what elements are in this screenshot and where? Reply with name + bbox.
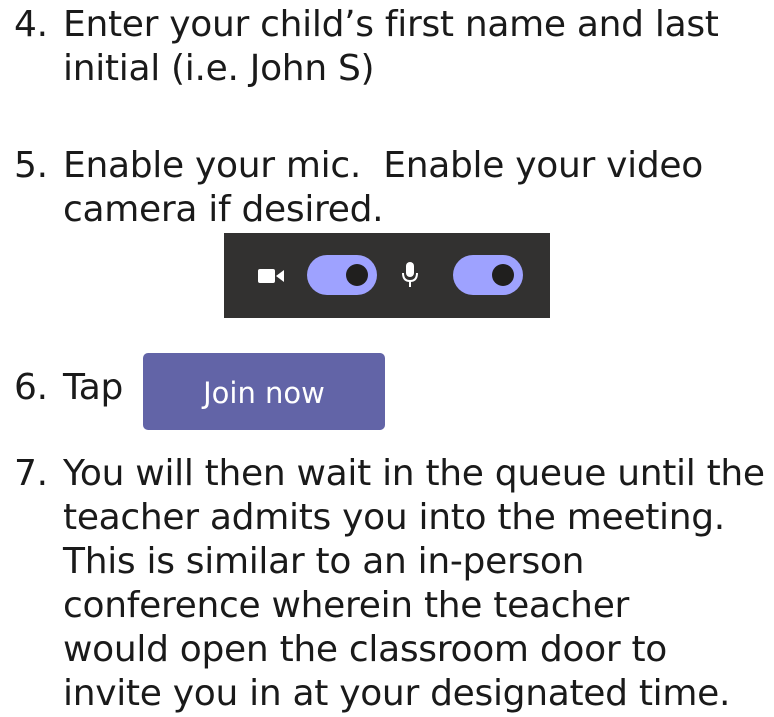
step-text-line: Enable your mic. Enable your video — [63, 145, 703, 186]
step-number: 6. — [14, 367, 48, 408]
step-text-line: would open the classroom door to — [63, 629, 668, 670]
step-5: 5. Enable your mic. Enable your video cam… — [14, 144, 703, 232]
step-number: 7. — [14, 453, 48, 494]
step-text-line: Enter your child’s first name and last — [63, 4, 719, 45]
join-now-button[interactable]: Join now — [143, 353, 385, 430]
mic-toggle[interactable] — [453, 255, 523, 295]
meeting-controls-toolbar — [224, 233, 550, 318]
step-4: 4. Enter your child’s first name and last… — [14, 3, 719, 91]
step-text-line: You will then wait in the queue until th… — [63, 453, 765, 494]
toggle-knob — [492, 264, 514, 286]
video-toggle[interactable] — [307, 255, 377, 295]
toggle-knob — [346, 264, 368, 286]
step-6: 6. Tap — [14, 366, 123, 410]
step-text-line: teacher admits you into the meeting. — [63, 497, 725, 538]
step-number: 4. — [14, 4, 48, 45]
step-text-line: camera if desired. — [63, 189, 384, 230]
step-7: 7. You will then wait in the queue until … — [14, 452, 765, 716]
step-text-line: Tap — [63, 367, 124, 408]
microphone-icon — [402, 262, 418, 287]
video-camera-icon — [258, 269, 284, 283]
step-text-line: invite you in at your designated time. — [63, 673, 731, 714]
step-text-line: conference wherein the teacher — [63, 585, 630, 626]
step-number: 5. — [14, 145, 48, 186]
step-text-line: This is similar to an in-person — [63, 541, 585, 582]
step-text-line: initial (i.e. John S) — [63, 48, 375, 89]
